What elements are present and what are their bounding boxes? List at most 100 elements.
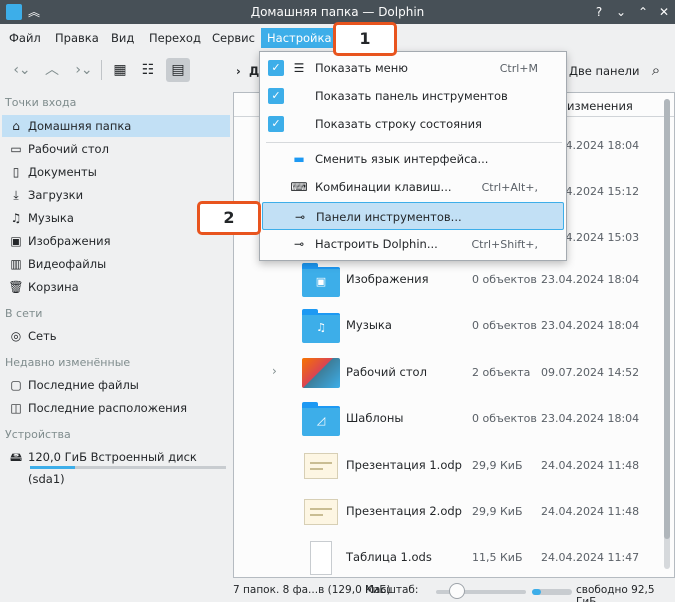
table-row[interactable]: › Рабочий стол 2 объекта 09.07.2024 14:5… bbox=[234, 350, 662, 396]
drive-icon: 🖴 bbox=[9, 450, 23, 464]
menu-item-configure-dolphin[interactable]: ⊸ Настроить Dolphin... Ctrl+Shift+, bbox=[262, 230, 564, 258]
scrollbar-thumb[interactable] bbox=[664, 99, 670, 539]
menu-separator bbox=[266, 142, 562, 143]
icons-view-icon[interactable]: ▦ bbox=[108, 58, 132, 82]
maximize-button[interactable]: ⌃ bbox=[634, 3, 652, 21]
title-bar: ︽ Домашняя папка — Dolphin ? ⌄ ⌃ ✕ bbox=[0, 0, 675, 24]
document-icon: ▯ bbox=[12, 165, 20, 179]
menu-item-shortcuts[interactable]: ⌨ Комбинации клавиш... Ctrl+Alt+, bbox=[262, 173, 564, 201]
table-row[interactable]: Презентация 1.odp 29,9 КиБ 24.04.2024 11… bbox=[234, 443, 662, 489]
table-row[interactable]: Презентация 2.odp 29,9 КиБ 24.04.2024 11… bbox=[234, 489, 662, 535]
place-downloads[interactable]: ⤓ Загрузки bbox=[2, 184, 230, 206]
download-icon: ⤓ bbox=[13, 188, 19, 202]
breadcrumb[interactable]: Д bbox=[249, 64, 259, 78]
table-row[interactable]: ♫ Музыка 0 объектов 23.04.2024 18:04 bbox=[234, 303, 662, 349]
table-row[interactable]: Таблица 1.ods 11,5 КиБ 24.04.2024 11:47 bbox=[234, 535, 662, 581]
help-button[interactable]: ? bbox=[590, 3, 608, 21]
home-icon: ⌂ bbox=[12, 119, 20, 133]
file-date: 23.04.2024 18:04 bbox=[541, 273, 640, 286]
menu-item-show-toolbar[interactable]: ✓ Показать панель инструментов bbox=[262, 82, 564, 110]
folder-desktop-icon bbox=[302, 354, 340, 392]
menu-tools[interactable]: Сервис bbox=[206, 28, 261, 48]
file-size: 0 объектов bbox=[472, 319, 537, 332]
disk-usage-bar bbox=[30, 466, 226, 469]
callout-marker-1: 1 bbox=[333, 22, 397, 56]
column-modified[interactable]: изменения bbox=[567, 99, 633, 113]
place-label: Корзина bbox=[28, 280, 79, 294]
free-space-fill bbox=[532, 589, 542, 595]
file-name: Шаблоны bbox=[346, 411, 404, 425]
keyboard-icon: ⌨ bbox=[290, 180, 308, 194]
menu-item-label: Сменить язык интерфейса... bbox=[315, 152, 489, 166]
place-label: Музыка bbox=[28, 211, 74, 225]
place-videos[interactable]: ▥ Видеофайлы bbox=[2, 253, 230, 275]
place-disk[interactable]: 🖴 120,0 ГиБ Встроенный диск (sda1) bbox=[2, 446, 230, 486]
menu-item-show-menubar[interactable]: ✓ ☰ Показать меню Ctrl+M bbox=[262, 54, 564, 82]
forward-icon[interactable]: ›⌄ bbox=[72, 58, 96, 82]
menu-settings[interactable]: Настройка bbox=[261, 28, 338, 48]
menu-item-shortcut: Ctrl+Alt+, bbox=[481, 181, 538, 194]
folder-music-icon: ♫ bbox=[302, 307, 340, 345]
folder-pictures-icon: ▣ bbox=[302, 261, 340, 299]
status-bar: 7 папок. 8 фа...в (129,0 КиБ) Масштаб: с… bbox=[0, 580, 675, 602]
network-icon: ◎ bbox=[10, 329, 22, 343]
presentation-file-icon bbox=[302, 447, 340, 485]
file-name: Таблица 1.ods bbox=[346, 550, 432, 564]
split-view-button[interactable]: Две панели bbox=[569, 64, 639, 78]
zoom-slider-handle[interactable] bbox=[449, 583, 465, 599]
menu-item-configure-toolbars[interactable]: ⊸ Панели инструментов... bbox=[262, 202, 564, 230]
place-label: Рабочий стол bbox=[28, 142, 109, 156]
recent-files-icon: ▢ bbox=[10, 378, 22, 392]
table-row[interactable]: ◿ Шаблоны 0 объектов 23.04.2024 18:04 bbox=[234, 396, 662, 442]
menu-edit[interactable]: Правка bbox=[49, 28, 105, 48]
back-icon[interactable]: ‹⌄ bbox=[10, 58, 34, 82]
minimize-button[interactable]: ⌄ bbox=[612, 3, 630, 21]
place-label: Изображения bbox=[28, 234, 111, 248]
free-space-label: свободно 92,5 ГиБ bbox=[576, 584, 655, 602]
video-icon: ▥ bbox=[10, 257, 22, 271]
callout-marker-2: 2 bbox=[197, 201, 261, 235]
configure-icon: ⊸ bbox=[294, 210, 306, 224]
free-space-bar bbox=[532, 589, 572, 595]
file-date: 24.04.2024 11:48 bbox=[541, 459, 640, 472]
file-name: Рабочий стол bbox=[346, 365, 427, 379]
place-trash[interactable]: 🗑 Корзина bbox=[2, 276, 230, 298]
place-music[interactable]: ♫ Музыка bbox=[2, 207, 230, 229]
check-icon: ✓ bbox=[268, 116, 284, 132]
section-places-title: Точки входа bbox=[5, 96, 77, 109]
check-icon: ✓ bbox=[268, 60, 284, 76]
compact-view-icon[interactable]: ☷ bbox=[136, 58, 160, 82]
menu-item-label: Показать строку состояния bbox=[315, 117, 482, 131]
place-home[interactable]: ⌂ Домашняя папка bbox=[2, 115, 230, 137]
place-network[interactable]: ◎ Сеть bbox=[2, 325, 230, 347]
section-recent-title: Недавно изменённые bbox=[5, 356, 131, 369]
settings-menu: ✓ ☰ Показать меню Ctrl+M ✓ Показать пане… bbox=[259, 51, 567, 261]
place-label: Загрузки bbox=[28, 188, 84, 202]
expand-chevron-icon[interactable]: › bbox=[272, 364, 277, 378]
file-date: 24.04.2024 11:47 bbox=[541, 551, 640, 564]
place-desktop[interactable]: ▭ Рабочий стол bbox=[2, 138, 230, 160]
image-icon: ▣ bbox=[10, 234, 22, 248]
place-recent-locations[interactable]: ◫ Последние расположения bbox=[2, 397, 230, 419]
menu-file[interactable]: Файл bbox=[3, 28, 47, 48]
up-icon[interactable]: ︿ bbox=[40, 58, 64, 82]
breadcrumb-chevron[interactable]: › bbox=[236, 64, 241, 78]
place-recent-files[interactable]: ▢ Последние файлы bbox=[2, 374, 230, 396]
table-row[interactable]: ▣ Изображения 0 объектов 23.04.2024 18:0… bbox=[234, 257, 662, 303]
section-network-title: В сети bbox=[5, 307, 43, 320]
file-size: 11,5 КиБ bbox=[472, 551, 523, 564]
details-view-icon[interactable]: ▤ bbox=[166, 58, 190, 82]
close-button[interactable]: ✕ bbox=[655, 3, 673, 21]
place-documents[interactable]: ▯ Документы bbox=[2, 161, 230, 183]
menu-view[interactable]: Вид bbox=[105, 28, 140, 48]
menu-go[interactable]: Переход bbox=[143, 28, 207, 48]
zoom-label: Масштаб: bbox=[365, 584, 419, 596]
file-size: 29,9 КиБ bbox=[472, 459, 523, 472]
menu-item-show-statusbar[interactable]: ✓ Показать строку состояния bbox=[262, 110, 564, 138]
search-icon[interactable]: ⌕ bbox=[644, 58, 668, 82]
menu-item-switch-language[interactable]: ▬ Сменить язык интерфейса... bbox=[262, 145, 564, 173]
menu-item-shortcut: Ctrl+Shift+, bbox=[471, 238, 538, 251]
place-pictures[interactable]: ▣ Изображения bbox=[2, 230, 230, 252]
scrollbar[interactable] bbox=[664, 99, 670, 569]
file-size: 0 объектов bbox=[472, 412, 537, 425]
